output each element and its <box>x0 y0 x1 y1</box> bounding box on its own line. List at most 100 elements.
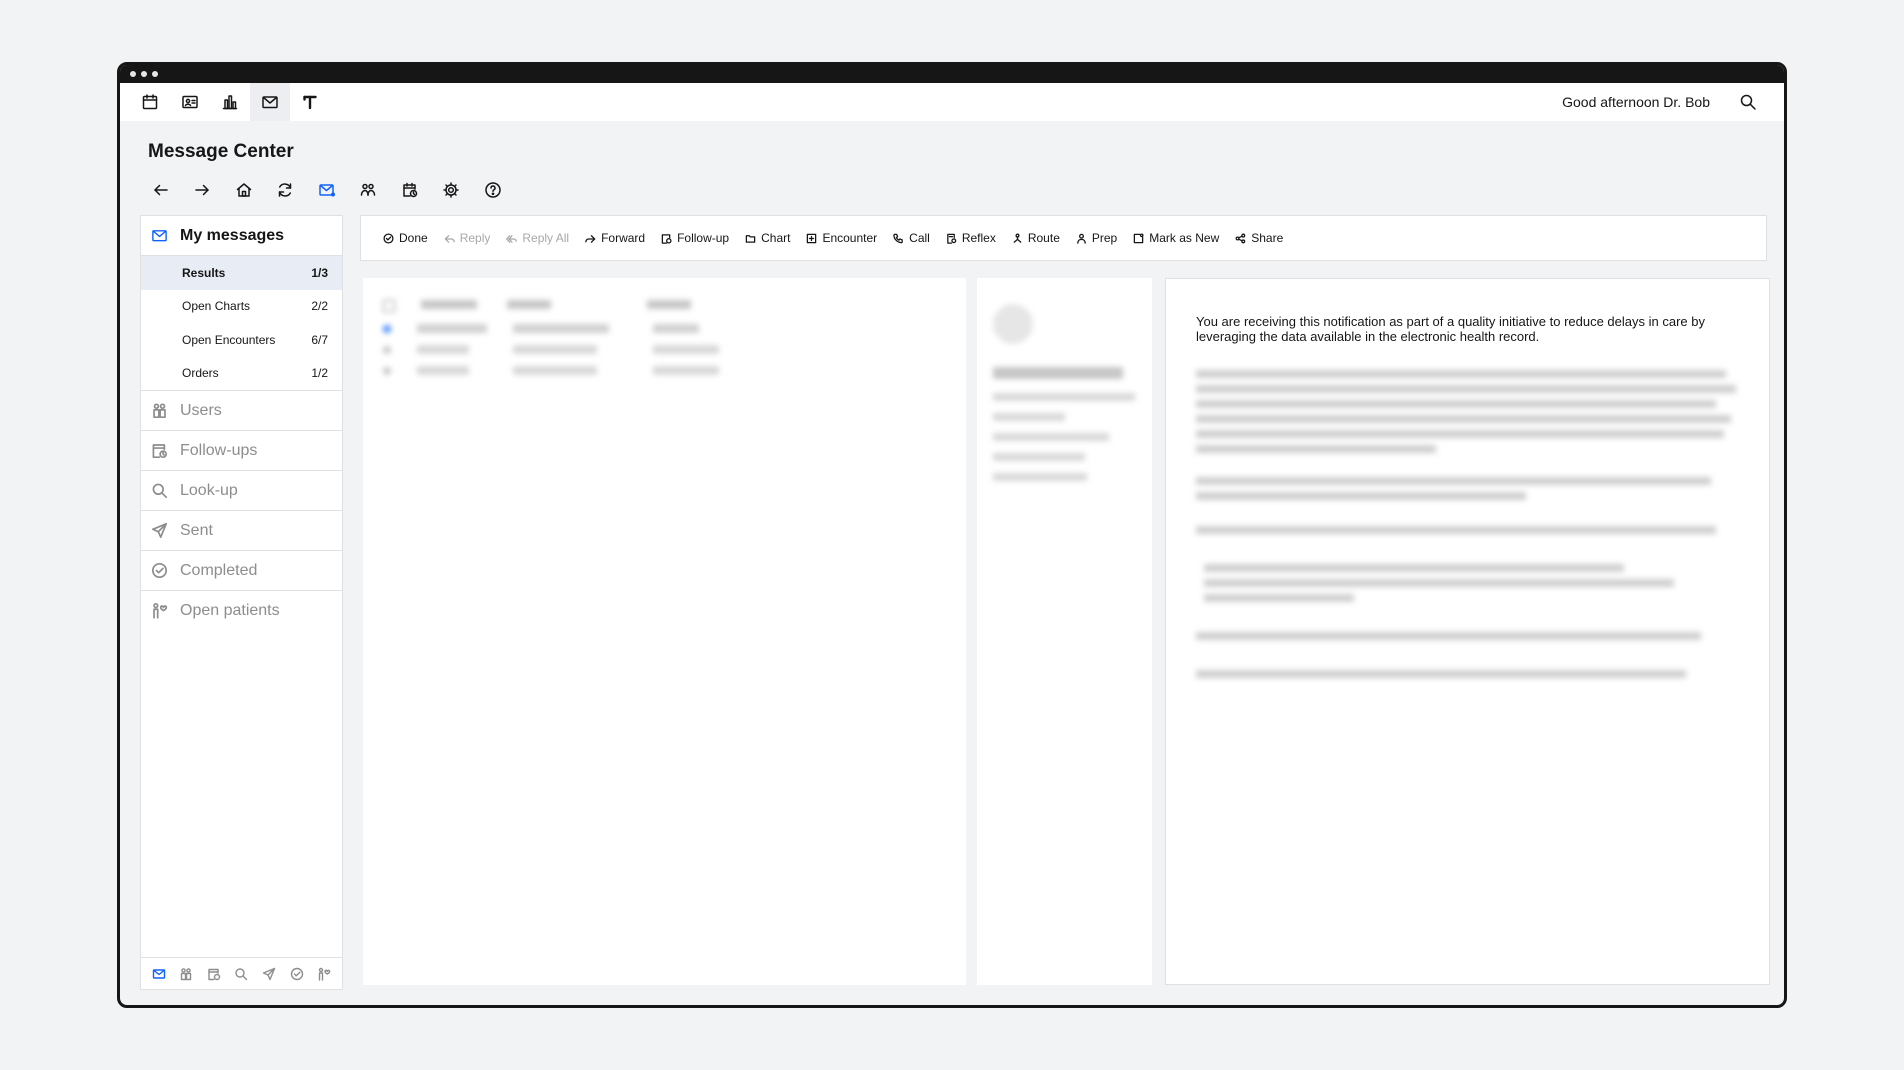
my-messages-label: My messages <box>180 226 285 244</box>
follow-up-icon <box>661 233 672 244</box>
message-row[interactable] <box>363 312 966 333</box>
patient-detail-line <box>993 412 1152 424</box>
sidebar-item-label: Open patients <box>180 601 280 619</box>
settings-button[interactable] <box>431 175 473 205</box>
checkmark-circle-icon <box>290 967 303 980</box>
sidebar-item-follow-ups[interactable]: Follow-ups <box>141 430 342 470</box>
subitem-count: 1/2 <box>311 366 328 381</box>
message-row[interactable] <box>363 333 966 354</box>
home-icon <box>236 183 251 197</box>
patient-detail-line <box>993 472 1152 484</box>
arrow-left-icon <box>154 184 168 196</box>
mark-as-new-button[interactable]: Mark as New <box>1127 223 1229 253</box>
follow-up-icon <box>152 444 168 459</box>
collapsed-completed-button[interactable] <box>287 964 307 984</box>
avatar <box>993 304 1033 344</box>
done-button[interactable]: Done <box>377 223 438 253</box>
collapsed-sent-button[interactable] <box>259 964 279 984</box>
sidebar-item-users[interactable]: Users <box>141 390 342 430</box>
message-body-panel: You are receiving this notification as p… <box>1165 278 1770 985</box>
sidebar-item-open-patients[interactable]: Open patients <box>141 590 342 630</box>
back-button[interactable] <box>140 175 182 205</box>
follow-up-button[interactable]: Follow-up <box>655 223 739 253</box>
sidebar-item-look-up[interactable]: Look-up <box>141 470 342 510</box>
my-messages-header[interactable]: My messages <box>141 216 342 256</box>
action-label: Done <box>399 231 428 245</box>
global-search-button[interactable] <box>1738 92 1758 112</box>
sidebar-item-label: Completed <box>180 561 258 579</box>
subitem-count: 1/3 <box>311 265 328 280</box>
reflex-button[interactable]: Reflex <box>940 223 1006 253</box>
page-title: Message Center <box>148 141 294 162</box>
message-row[interactable] <box>363 354 966 375</box>
encounter-icon <box>807 233 817 243</box>
mail-unread-icon <box>319 184 335 197</box>
window-control-dot[interactable] <box>152 71 158 77</box>
subitem-label: Open Encounters <box>182 332 276 347</box>
action-label: Encounter <box>822 231 878 245</box>
schedule-button[interactable] <box>389 175 431 205</box>
search-icon <box>152 483 168 499</box>
group-button[interactable] <box>348 175 390 205</box>
patient-detail-line <box>993 452 1152 464</box>
window-control-dot[interactable] <box>130 71 136 77</box>
sidebar-item-completed[interactable]: Completed <box>141 550 342 590</box>
patient-summary-panel <box>977 278 1152 985</box>
calendar-nav-button[interactable] <box>130 83 170 121</box>
sidebar-subitem-results[interactable]: Results 1/3 <box>141 256 342 290</box>
sidebar-subitem-open-charts[interactable]: Open Charts 2/2 <box>141 290 342 324</box>
patient-card-nav-button[interactable] <box>170 83 210 121</box>
inbox-button[interactable] <box>306 175 348 205</box>
patients-icon <box>153 602 168 619</box>
messages-nav-button[interactable] <box>250 83 290 121</box>
share-button[interactable]: Share <box>1229 223 1293 253</box>
calendar-icon <box>142 94 158 110</box>
help-button[interactable] <box>472 175 514 205</box>
window-control-dot[interactable] <box>141 71 147 77</box>
forward-button[interactable]: Forward <box>579 223 655 253</box>
route-button[interactable]: Route <box>1006 223 1070 253</box>
prep-button[interactable]: Prep <box>1070 223 1127 253</box>
action-label: Reflex <box>961 231 996 245</box>
home-button[interactable] <box>223 175 265 205</box>
sidebar-item-label: Users <box>180 401 222 419</box>
mail-icon <box>152 968 165 979</box>
collapsed-follow-ups-button[interactable] <box>204 964 224 984</box>
reflex-icon <box>947 233 957 244</box>
refresh-button[interactable] <box>265 175 307 205</box>
analytics-nav-button[interactable] <box>210 83 250 121</box>
sidebar-subitem-open-encounters[interactable]: Open Encounters 6/7 <box>141 323 342 357</box>
window-titlebar <box>120 65 1784 83</box>
reply-all-button[interactable]: Reply All <box>500 223 579 253</box>
encounter-button[interactable]: Encounter <box>800 223 887 253</box>
collapsed-my-messages-button[interactable] <box>149 964 169 984</box>
call-button[interactable]: Call <box>887 223 940 253</box>
patient-name-obscured <box>993 366 1152 384</box>
text-nav-button[interactable] <box>290 83 330 121</box>
message-body-obscured <box>1166 344 1769 678</box>
patient-detail-line <box>993 432 1152 444</box>
route-icon <box>1013 233 1022 243</box>
sidebar-item-sent[interactable]: Sent <box>141 510 342 550</box>
folder-icon <box>745 234 756 243</box>
action-label: Reply All <box>522 231 570 245</box>
collapsed-look-up-button[interactable] <box>231 964 251 984</box>
users-icon <box>153 403 166 419</box>
help-icon <box>485 182 501 198</box>
forward-nav-button[interactable] <box>182 175 224 205</box>
bar-chart-icon <box>222 95 238 110</box>
sidebar-item-label: Sent <box>180 521 213 539</box>
mail-icon <box>262 96 278 109</box>
sidebar-subitem-orders[interactable]: Orders 1/2 <box>141 357 342 391</box>
chart-button[interactable]: Chart <box>739 223 800 253</box>
action-label: Forward <box>601 231 646 245</box>
send-icon <box>151 522 168 539</box>
collapsed-open-patients-button[interactable] <box>314 964 334 984</box>
action-label: Share <box>1251 231 1284 245</box>
collapsed-users-button[interactable] <box>176 964 196 984</box>
users-icon <box>181 967 192 980</box>
message-center-toolbar <box>140 175 514 205</box>
send-icon <box>262 967 276 980</box>
reply-button[interactable]: Reply <box>438 223 501 253</box>
action-label: Call <box>909 231 930 245</box>
